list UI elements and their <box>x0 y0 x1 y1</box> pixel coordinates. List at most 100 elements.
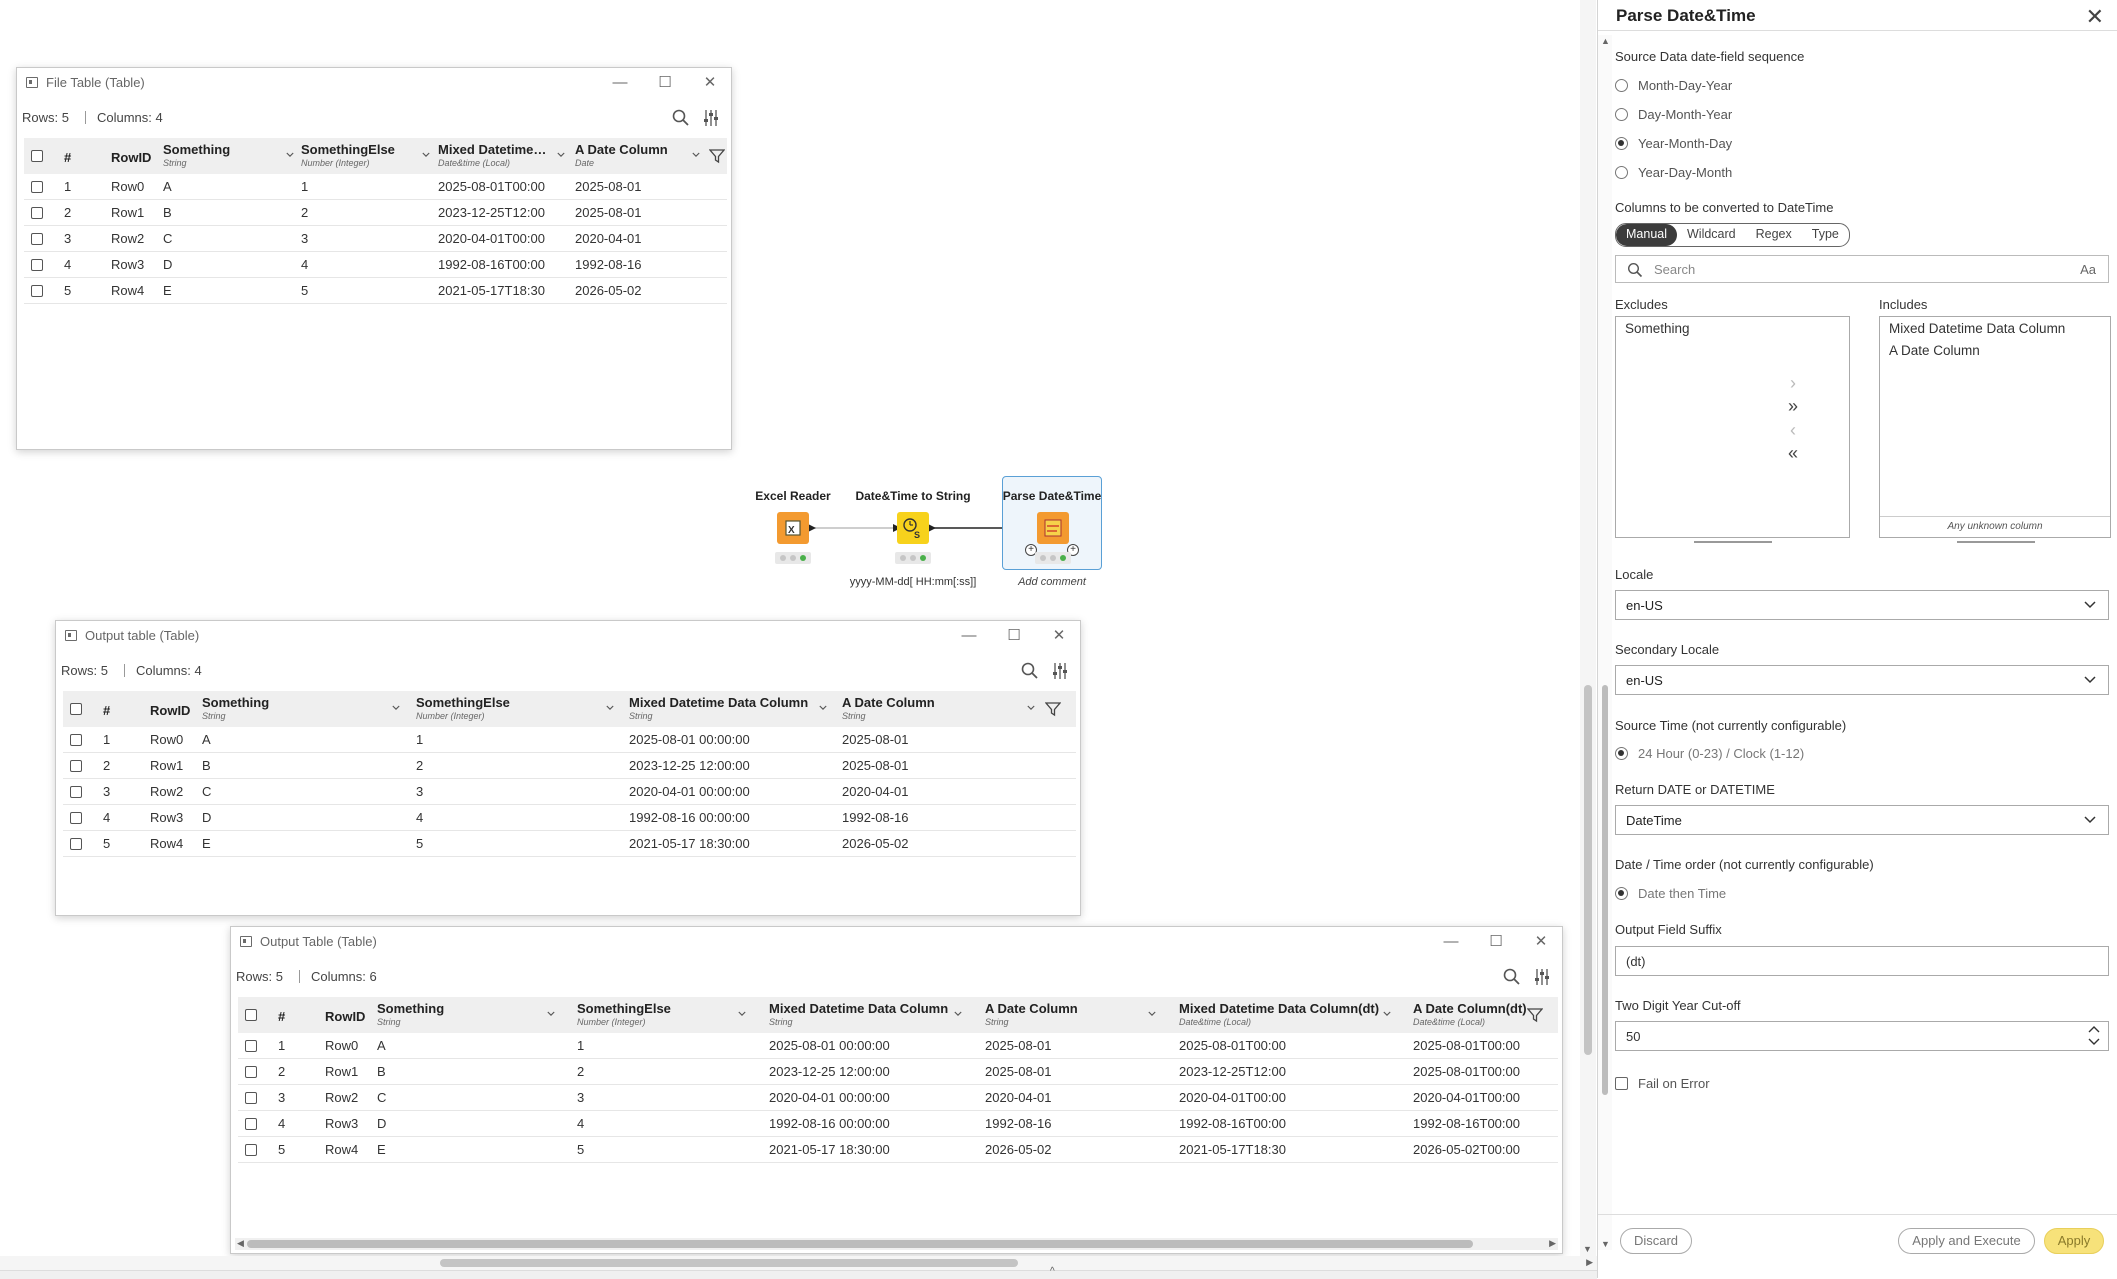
chevron-down-icon[interactable] <box>2088 1038 2100 1046</box>
table-row[interactable]: 1 Row0 A 1 2025-08-01T00:00 2025-08-01 <box>24 174 727 200</box>
sequence-option-label[interactable]: Day-Month-Year <box>1638 107 1732 122</box>
row-checkbox[interactable] <box>31 233 43 245</box>
scroll-down-icon[interactable]: ▼ <box>1583 1244 1592 1254</box>
window-titlebar[interactable]: Output table (Table) — ☐ ✕ <box>56 621 1080 651</box>
chevron-up-icon[interactable]: ^ <box>1050 1266 1055 1277</box>
scroll-down-icon[interactable]: ▼ <box>1601 1239 1610 1249</box>
settings-sliders-icon[interactable] <box>1532 967 1552 987</box>
column-menu-chevron-icon[interactable] <box>692 151 700 159</box>
column-menu-chevron-icon[interactable] <box>557 151 565 159</box>
table-row[interactable]: 3 Row2 C 3 2020-04-01 00:00:00 2020-04-01 2020… <box>238 1085 1558 1111</box>
search-icon[interactable] <box>1020 661 1040 681</box>
column-header[interactable]: RowID <box>111 150 151 165</box>
panel-scroll-thumb[interactable] <box>1602 685 1608 1095</box>
select-all-checkbox[interactable] <box>70 703 82 715</box>
column-header[interactable]: Mixed Datetime… Date&time (Local) <box>438 142 546 168</box>
column-menu-chevron-icon[interactable] <box>1383 1010 1391 1018</box>
column-menu-chevron-icon[interactable] <box>819 704 827 712</box>
row-checkbox[interactable] <box>70 786 82 798</box>
move-left-icon[interactable]: ‹ <box>1786 420 1800 441</box>
column-menu-chevron-icon[interactable] <box>392 704 400 712</box>
select-all-checkbox[interactable] <box>31 150 43 162</box>
case-sensitive-toggle[interactable]: Aa <box>2080 262 2096 277</box>
includes-list[interactable]: Mixed Datetime Data Column A Date Column… <box>1879 316 2111 538</box>
filter-icon[interactable] <box>709 148 725 164</box>
minimize-icon[interactable]: — <box>1436 930 1466 954</box>
table-row[interactable]: 5 Row4 E 5 2021-05-17T18:30 2026-05-02 <box>24 278 727 304</box>
apply-and-execute-button[interactable]: Apply and Execute <box>1898 1228 2035 1254</box>
column-header[interactable]: A Date Column Date <box>575 142 668 168</box>
includes-item[interactable]: Mixed Datetime Data Column <box>1889 321 2065 336</box>
maximize-icon[interactable]: ☐ <box>999 624 1029 648</box>
column-search-input[interactable]: Search Aa <box>1615 255 2109 283</box>
suffix-input[interactable]: (dt) <box>1615 946 2109 976</box>
row-checkbox[interactable] <box>31 181 43 193</box>
filter-icon[interactable] <box>1527 1007 1543 1023</box>
column-header[interactable]: Mixed Datetime Data Column String <box>769 1001 948 1027</box>
move-all-left-icon[interactable]: « <box>1786 443 1800 464</box>
column-menu-chevron-icon[interactable] <box>1027 704 1035 712</box>
column-header[interactable]: # <box>103 703 110 718</box>
column-header[interactable]: Mixed Datetime Data Column String <box>629 695 808 721</box>
table-row[interactable]: 3 Row2 C 3 2020-04-01T00:00 2020-04-01 <box>24 226 727 252</box>
table-row[interactable]: 3 Row2 C 3 2020-04-01 00:00:00 2020-04-01 <box>63 779 1076 805</box>
table-row[interactable]: 4 Row3 D 4 1992-08-16 00:00:00 1992-08-16 1992… <box>238 1111 1558 1137</box>
column-menu-chevron-icon[interactable] <box>547 1010 555 1018</box>
close-icon[interactable]: ✕ <box>1526 930 1556 954</box>
add-comment-link[interactable]: Add comment <box>1002 576 1102 588</box>
scroll-up-icon[interactable]: ▲ <box>1601 36 1610 46</box>
row-checkbox[interactable] <box>70 838 82 850</box>
mode-type[interactable]: Type <box>1802 224 1849 246</box>
column-header[interactable]: RowID <box>325 1009 365 1024</box>
fail-on-error-checkbox[interactable] <box>1615 1077 1628 1090</box>
close-icon[interactable]: ✕ <box>2086 4 2104 30</box>
window-titlebar[interactable]: Output Table (Table) — ☐ ✕ <box>231 927 1562 957</box>
column-header[interactable]: SomethingElse Number (Integer) <box>416 695 510 721</box>
row-checkbox[interactable] <box>31 207 43 219</box>
sequence-option-label[interactable]: Month-Day-Year <box>1638 78 1732 93</box>
excel-reader-node[interactable]: X <box>777 512 809 544</box>
maximize-icon[interactable]: ☐ <box>1481 930 1511 954</box>
mode-regex[interactable]: Regex <box>1746 224 1802 246</box>
canvas-vscroll-thumb[interactable] <box>1584 685 1592 1055</box>
move-right-icon[interactable]: › <box>1786 373 1800 394</box>
column-header[interactable]: Something String <box>202 695 269 721</box>
close-icon[interactable]: ✕ <box>695 71 725 95</box>
column-header[interactable]: A Date Column String <box>842 695 935 721</box>
column-menu-chevron-icon[interactable] <box>738 1010 746 1018</box>
sequence-radio[interactable] <box>1615 79 1628 92</box>
minimize-icon[interactable]: — <box>954 624 984 648</box>
scrollbar-thumb[interactable] <box>247 1240 1473 1248</box>
column-menu-chevron-icon[interactable] <box>954 1010 962 1018</box>
apply-button[interactable]: Apply <box>2044 1228 2104 1254</box>
canvas-vertical-scrollbar[interactable]: ▼ <box>1580 0 1596 1256</box>
parse-datetime-node[interactable] <box>1037 512 1069 544</box>
return-type-dropdown[interactable]: DateTime <box>1615 805 2109 835</box>
select-all-checkbox[interactable] <box>245 1009 257 1021</box>
table-row[interactable]: 2 Row1 B 2 2023-12-25T12:00 2025-08-01 <box>24 200 727 226</box>
table-row[interactable]: 5 Row4 E 5 2021-05-17 18:30:00 2026-05-02 2021… <box>238 1137 1558 1163</box>
table-row[interactable]: 1 Row0 A 1 2025-08-01 00:00:00 2025-08-01 2025… <box>238 1033 1558 1059</box>
panel-scrollbar[interactable]: ▲ ▼ <box>1598 35 1612 1250</box>
row-checkbox[interactable] <box>245 1118 257 1130</box>
locale-dropdown[interactable]: en-US <box>1615 590 2109 620</box>
datetime-to-string-comment[interactable]: yyyy-MM-dd[ HH:mm[:ss]] <box>848 576 978 588</box>
move-all-right-icon[interactable]: » <box>1786 396 1800 417</box>
settings-sliders-icon[interactable] <box>701 108 721 128</box>
table-row[interactable]: 1 Row0 A 1 2025-08-01 00:00:00 2025-08-01 <box>63 727 1076 753</box>
canvas-horizontal-scrollbar[interactable]: ▶ <box>0 1256 1597 1270</box>
secondary-locale-dropdown[interactable]: en-US <box>1615 665 2109 695</box>
column-menu-chevron-icon[interactable] <box>286 151 294 159</box>
chevron-up-icon[interactable] <box>2088 1025 2100 1033</box>
column-header[interactable]: # <box>278 1009 285 1024</box>
search-icon[interactable] <box>1502 967 1522 987</box>
column-header[interactable]: A Date Column(dt) Date&time (Local) <box>1413 1001 1527 1027</box>
sequence-option-label[interactable]: Year-Month-Day <box>1638 136 1732 151</box>
filter-mode-toggle[interactable]: Manual Wildcard Regex Type <box>1615 223 1850 247</box>
unknown-column-item[interactable]: Any unknown column <box>1880 521 2110 532</box>
row-checkbox[interactable] <box>31 285 43 297</box>
sequence-radio[interactable] <box>1615 108 1628 121</box>
search-icon[interactable] <box>671 108 691 128</box>
table-row[interactable]: 2 Row1 B 2 2023-12-25 12:00:00 2025-08-01 2023… <box>238 1059 1558 1085</box>
sequence-radio[interactable] <box>1615 166 1628 179</box>
